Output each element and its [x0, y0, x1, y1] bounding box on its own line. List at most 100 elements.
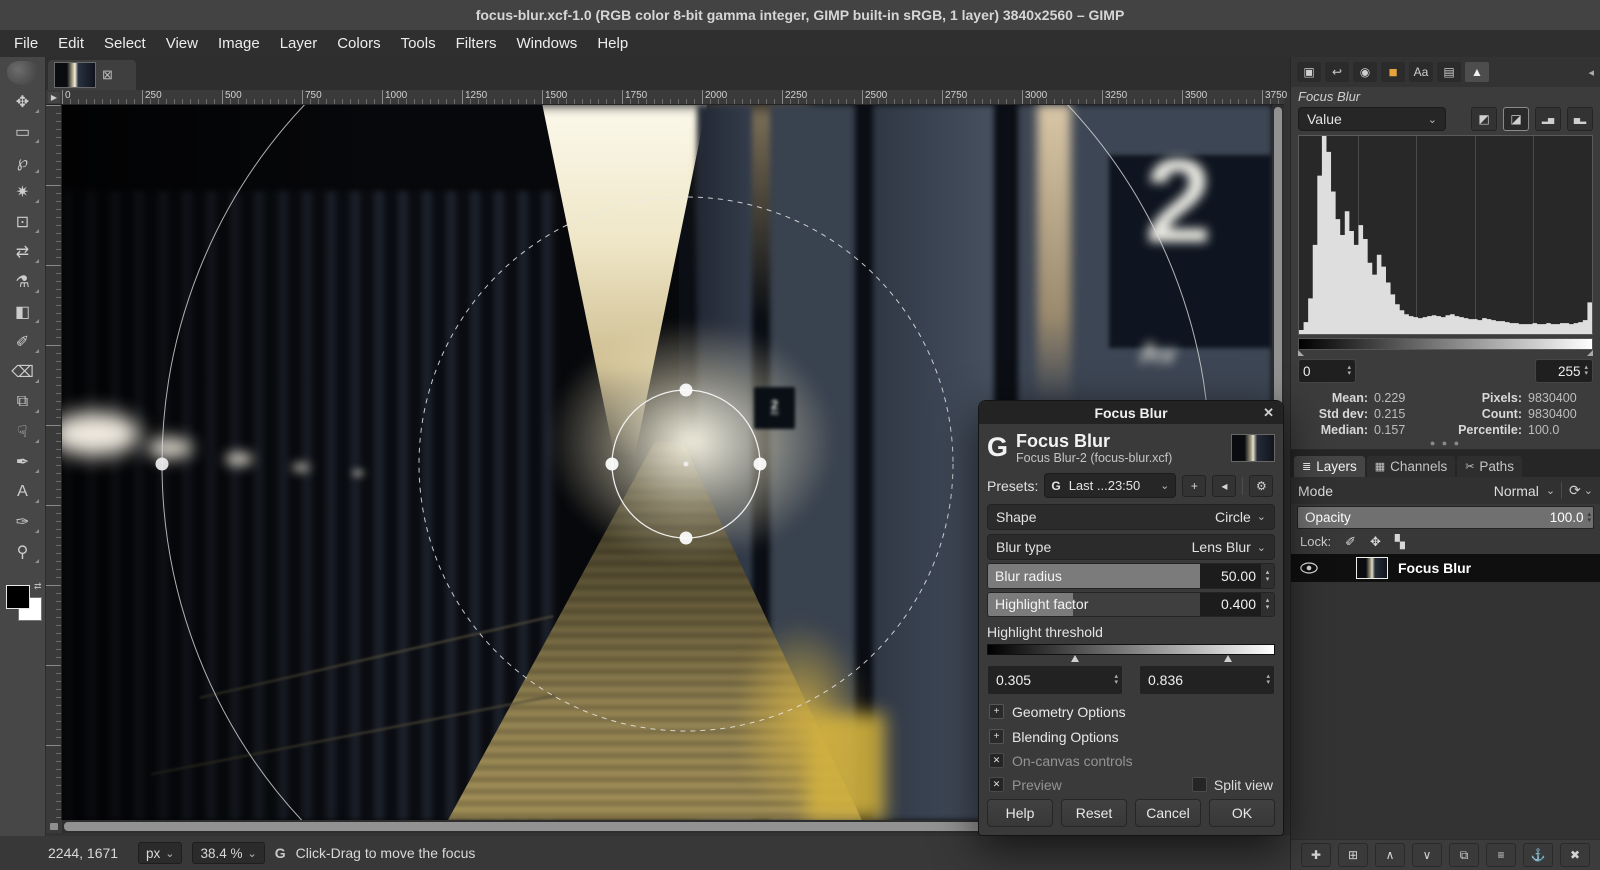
- threshold-high-input[interactable]: 0.836 ▴▾: [1139, 665, 1275, 695]
- focus-inner-handle-top[interactable]: [680, 384, 693, 397]
- text-tool[interactable]: A: [3, 477, 43, 507]
- help-button[interactable]: Help: [987, 799, 1053, 827]
- eraser-tool[interactable]: ⌫: [3, 357, 43, 387]
- tool-presets-tab-icon[interactable]: ▤: [1437, 62, 1461, 82]
- menu-image[interactable]: Image: [208, 32, 270, 55]
- paths-tool[interactable]: ✒: [3, 447, 43, 477]
- free-select-tool[interactable]: ℘: [3, 147, 43, 177]
- raise-layer-button[interactable]: ∧: [1375, 843, 1405, 867]
- lower-layer-button[interactable]: ∨: [1412, 843, 1442, 867]
- lock-pixels-icon[interactable]: ✐: [1345, 534, 1356, 550]
- spinner-arrows-icon[interactable]: ▴▾: [1266, 674, 1270, 686]
- spinner-arrows-icon[interactable]: ▴▾: [1584, 365, 1588, 377]
- linear-histogram-button[interactable]: ◩: [1471, 107, 1497, 131]
- dock-splitter[interactable]: ● ● ●: [1291, 437, 1600, 449]
- undo-history-tab-icon[interactable]: ↩: [1325, 62, 1349, 82]
- spinner-arrows-icon[interactable]: ▴▾: [1587, 512, 1591, 524]
- dialog-titlebar[interactable]: Focus Blur ✕: [979, 401, 1283, 424]
- merge-layer-button[interactable]: ≡: [1486, 843, 1516, 867]
- device-status-tab-icon[interactable]: ◉: [1353, 62, 1377, 82]
- menu-filters[interactable]: Filters: [446, 32, 507, 55]
- menu-edit[interactable]: Edit: [48, 32, 94, 55]
- blur-type-dropdown[interactable]: Blur type Lens Blur⌄: [987, 534, 1275, 560]
- channel-dropdown[interactable]: Value⌄: [1298, 107, 1446, 131]
- menu-tools[interactable]: Tools: [391, 32, 446, 55]
- split-view-checkbox[interactable]: Split view: [1192, 777, 1273, 793]
- opacity-slider[interactable]: Opacity 100.0 ▴▾: [1297, 506, 1594, 529]
- gradient-tool[interactable]: ◧: [3, 297, 43, 327]
- threshold-high-marker[interactable]: [1224, 655, 1232, 662]
- fonts-tab-icon[interactable]: Aa: [1409, 62, 1433, 82]
- ruler-origin-button[interactable]: ▶: [48, 92, 60, 103]
- tab-paths[interactable]: ✂Paths: [1457, 456, 1522, 477]
- focus-center-handle[interactable]: [684, 462, 689, 467]
- menu-colors[interactable]: Colors: [327, 32, 390, 55]
- add-preset-button[interactable]: +: [1182, 475, 1206, 497]
- threshold-gradient-bar[interactable]: [987, 644, 1275, 654]
- save-settings-button[interactable]: ⚙: [1249, 475, 1273, 497]
- foreground-color-swatch[interactable]: [6, 585, 30, 609]
- highlight-factor-slider[interactable]: Highlight factor 0.400 ▴▾: [987, 592, 1275, 617]
- color-swatches[interactable]: ⇄: [6, 585, 42, 621]
- on-canvas-controls-checkbox[interactable]: ✕ On-canvas controls: [989, 753, 1273, 769]
- image-tab[interactable]: ⊠: [48, 60, 136, 90]
- spinner-arrows-icon[interactable]: ▴▾: [1261, 593, 1274, 616]
- spinner-arrows-icon[interactable]: ▴▾: [1114, 674, 1118, 686]
- histogram-tab-icon[interactable]: ▲: [1465, 62, 1489, 82]
- color-picker-tool[interactable]: ✑: [3, 507, 43, 537]
- swap-colors-icon[interactable]: ⇄: [34, 581, 42, 592]
- highlight-factor-value[interactable]: 0.400: [1200, 593, 1261, 616]
- ok-button[interactable]: OK: [1209, 799, 1275, 827]
- range-high-input[interactable]: 255 ▴▾: [1535, 359, 1593, 383]
- spinner-arrows-icon[interactable]: ▴▾: [1261, 564, 1274, 587]
- duplicate-layer-button[interactable]: ⧉: [1449, 843, 1479, 867]
- tab-channels[interactable]: ▦Channels: [1367, 456, 1455, 477]
- paintbrush-tool[interactable]: ✐: [3, 327, 43, 357]
- menu-windows[interactable]: Windows: [506, 32, 587, 55]
- tab-layers[interactable]: ≣Layers: [1294, 456, 1365, 477]
- focus-inner-handle-right[interactable]: [754, 458, 767, 471]
- spinner-arrows-icon[interactable]: ▴▾: [1347, 365, 1351, 377]
- unified-transform-tool[interactable]: ⇄: [3, 237, 43, 267]
- clone-tool[interactable]: ⧉: [3, 387, 43, 417]
- focus-inner-handle-left[interactable]: [606, 458, 619, 471]
- focus-outer-handle-left[interactable]: [156, 458, 169, 471]
- crop-tool[interactable]: ⊡: [3, 207, 43, 237]
- layer-row[interactable]: Focus Blur: [1291, 554, 1600, 582]
- range-high-marker[interactable]: [1587, 350, 1593, 356]
- zoom-dropdown[interactable]: 38.4 %⌄: [192, 842, 264, 864]
- window-titlebar[interactable]: focus-blur.xcf-1.0 (RGB color 8-bit gamm…: [0, 0, 1600, 31]
- expand-range-button[interactable]: ▂▅: [1535, 107, 1561, 131]
- shrink-range-button[interactable]: ▅▂: [1567, 107, 1593, 131]
- rectangle-select-tool[interactable]: ▭: [3, 117, 43, 147]
- delete-layer-button[interactable]: ✖: [1560, 843, 1590, 867]
- presets-dropdown[interactable]: G Last ...23:50 ⌄: [1044, 473, 1176, 498]
- new-group-button[interactable]: ⊞: [1338, 843, 1368, 867]
- menu-select[interactable]: Select: [94, 32, 156, 55]
- anchor-layer-button[interactable]: ⚓: [1523, 843, 1553, 867]
- range-low-marker[interactable]: [1298, 350, 1304, 356]
- colors-tab-icon[interactable]: ■: [1381, 62, 1405, 82]
- smudge-tool[interactable]: ☟: [3, 417, 43, 447]
- visibility-eye-icon[interactable]: [1300, 562, 1318, 574]
- bucket-fill-tool[interactable]: ⚗: [3, 267, 43, 297]
- new-layer-button[interactable]: ✚: [1301, 843, 1331, 867]
- tool-options-tab-icon[interactable]: ▣: [1297, 62, 1321, 82]
- move-tool[interactable]: ✥: [3, 87, 43, 117]
- range-low-input[interactable]: 0 ▴▾: [1298, 359, 1356, 383]
- threshold-low-marker[interactable]: [1071, 655, 1079, 662]
- dock-menu-icon[interactable]: ◂: [1588, 66, 1594, 79]
- menu-file[interactable]: File: [4, 32, 48, 55]
- zoom-tool[interactable]: ⚲: [3, 537, 43, 567]
- menu-help[interactable]: Help: [587, 32, 638, 55]
- preview-checkbox[interactable]: ✕ Preview Split view: [989, 777, 1273, 793]
- reset-button[interactable]: Reset: [1061, 799, 1127, 827]
- unit-dropdown[interactable]: px⌄: [138, 842, 182, 864]
- geometry-options-expander[interactable]: + Geometry Options: [989, 704, 1273, 720]
- mode-group-switch[interactable]: ⟳ ⌄: [1561, 482, 1593, 499]
- fuzzy-select-tool[interactable]: ✷: [3, 177, 43, 207]
- blending-options-expander[interactable]: + Blending Options: [989, 729, 1273, 745]
- navigation-button[interactable]: [46, 820, 62, 833]
- lock-position-icon[interactable]: ✥: [1370, 534, 1381, 550]
- cancel-button[interactable]: Cancel: [1135, 799, 1201, 827]
